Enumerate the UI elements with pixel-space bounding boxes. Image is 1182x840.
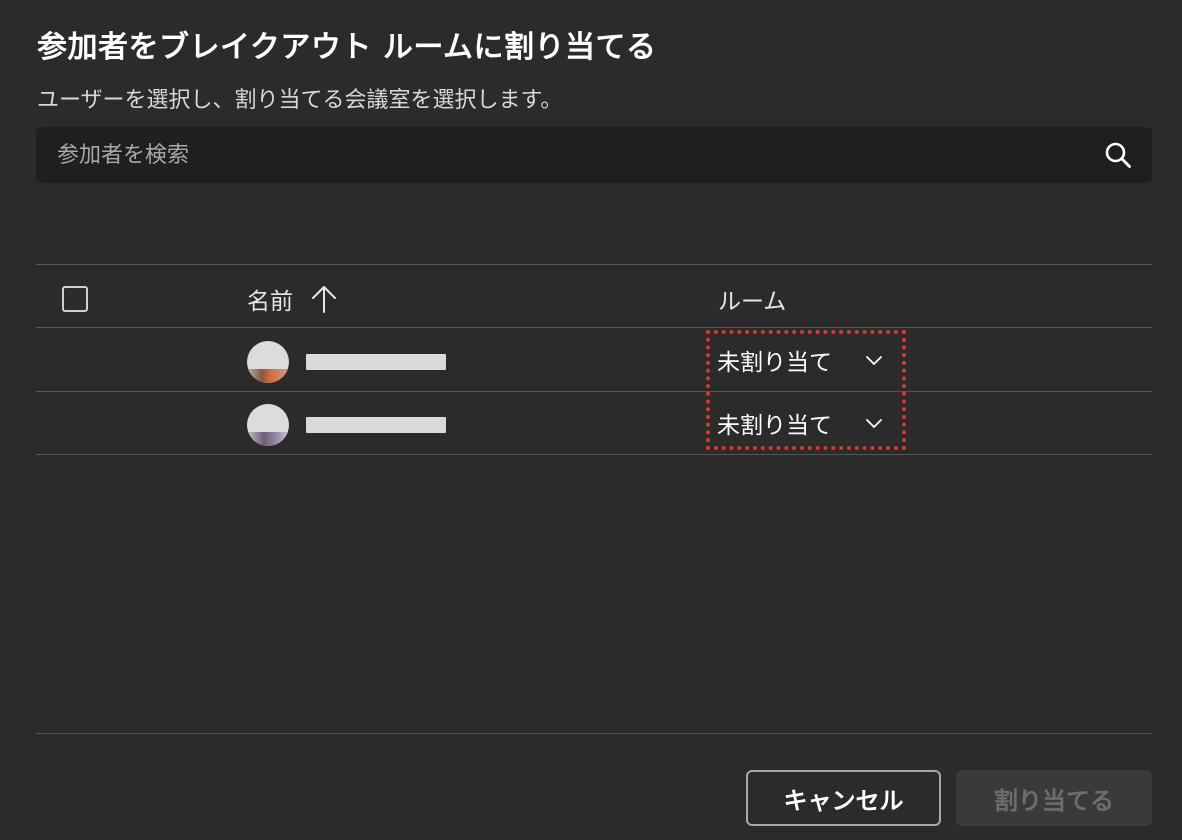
chevron-down-icon: [866, 356, 882, 365]
table-row[interactable]: 未割り当て: [36, 329, 1152, 391]
avatar: [247, 341, 289, 383]
dialog-title: 参加者をブレイクアウト ルームに割り当てる: [37, 30, 657, 65]
table-row[interactable]: 未割り当て: [36, 392, 1152, 454]
footer-divider: [36, 733, 1152, 734]
search-box: [36, 127, 1152, 183]
cancel-button[interactable]: キャンセル: [746, 770, 941, 826]
chevron-down-icon: [866, 419, 882, 428]
search-input[interactable]: [36, 127, 1086, 183]
dialog-subtitle: ユーザーを選択し、割り当てる会議室を選択します。: [37, 88, 563, 113]
search-icon[interactable]: [1104, 141, 1132, 169]
room-select[interactable]: 未割り当て: [717, 405, 889, 441]
assign-button[interactable]: 割り当てる: [956, 770, 1152, 826]
room-select-value: 未割り当て: [717, 350, 832, 376]
column-header-name[interactable]: 名前: [247, 282, 339, 316]
participant-name-redacted: [306, 417, 446, 433]
select-all-checkbox[interactable]: [62, 286, 88, 312]
column-header-room: ルーム: [718, 289, 787, 315]
room-select[interactable]: 未割り当て: [717, 342, 889, 378]
row-divider: [36, 454, 1152, 455]
header-divider: [36, 327, 1152, 328]
table-top-divider: [36, 264, 1152, 265]
arrow-up-icon: [312, 286, 336, 313]
avatar: [247, 404, 289, 446]
participant-name-redacted: [306, 354, 446, 370]
room-select-value: 未割り当て: [717, 413, 832, 439]
column-header-name-label: 名前: [247, 289, 293, 315]
